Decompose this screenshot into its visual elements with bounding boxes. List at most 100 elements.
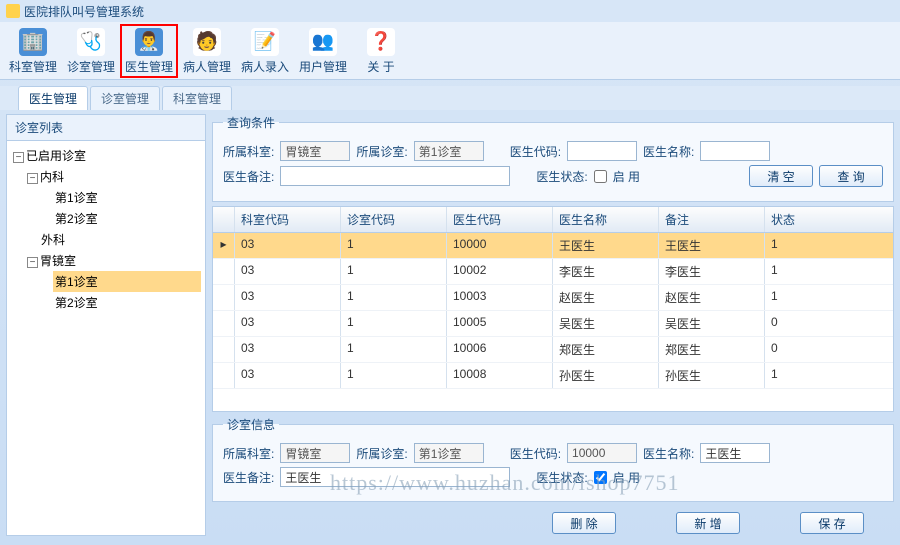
grid-col-header[interactable]: 医生代码 (447, 207, 553, 232)
dept-label: 所属科室: (223, 143, 274, 160)
tab-医生管理[interactable]: 医生管理 (18, 86, 88, 110)
toolbar-label: 病人录入 (241, 58, 289, 75)
grid-col-header[interactable]: 状态 (765, 207, 865, 232)
toolbar-病人管理[interactable]: 🧑病人管理 (178, 24, 236, 78)
table-row[interactable]: 03110006郑医生郑医生0 (213, 337, 893, 363)
grid-col-header[interactable]: 诊室代码 (341, 207, 447, 232)
table-row[interactable]: 03110003赵医生赵医生1 (213, 285, 893, 311)
grid-cell: 03 (235, 337, 341, 362)
save-button[interactable]: 保 存 (800, 512, 864, 534)
tree-leaf[interactable]: 第2诊室 (53, 292, 201, 313)
toolbar-icon: 🩺 (77, 28, 105, 56)
grid-cell: 10008 (447, 363, 553, 388)
expand-icon[interactable]: − (27, 257, 38, 268)
content: 诊室列表 −已启用诊室 −内科 第1诊室 第2诊室 外科 −胃镜室 第1诊室 第… (0, 110, 900, 540)
grid-cell: 1 (765, 285, 865, 310)
grid-col-header[interactable] (213, 207, 235, 232)
room-label: 所属诊室: (356, 143, 407, 160)
grid-cell: 1 (765, 259, 865, 284)
tree-leaf-selected[interactable]: 第1诊室 (53, 271, 201, 292)
grid-cell: 吴医生 (553, 311, 659, 336)
toolbar-用户管理[interactable]: 👥用户管理 (294, 24, 352, 78)
grid-cell: 李医生 (659, 259, 765, 284)
info-status-checkbox[interactable] (594, 471, 607, 484)
tab-科室管理[interactable]: 科室管理 (162, 86, 232, 110)
query-remark-input[interactable] (280, 166, 510, 186)
grid-cell: 03 (235, 259, 341, 284)
toolbar-科室管理[interactable]: 🏢 科室管理 (4, 24, 62, 78)
tree-label: 胃镜室 (40, 254, 76, 268)
grid-col-header[interactable]: 科室代码 (235, 207, 341, 232)
toolbar-icon: 👥 (309, 28, 337, 56)
info-name-input[interactable] (700, 443, 770, 463)
expand-icon[interactable]: − (13, 152, 24, 163)
toolbar-label: 病人管理 (183, 58, 231, 75)
tab-诊室管理[interactable]: 诊室管理 (90, 86, 160, 110)
tree-leaf[interactable]: 第1诊室 (53, 187, 201, 208)
toolbar-label: 科室管理 (9, 58, 57, 75)
grid-cell: 10002 (447, 259, 553, 284)
info-status-cb-label: 启 用 (613, 469, 640, 486)
query-name-input[interactable] (700, 141, 770, 161)
grid-cell: 赵医生 (659, 285, 765, 310)
room-tree: −已启用诊室 −内科 第1诊室 第2诊室 外科 −胃镜室 第1诊室 第2诊室 (7, 141, 205, 317)
table-row[interactable]: ▸03110000王医生王医生1 (213, 233, 893, 259)
tree-node-internal[interactable]: −内科 (25, 166, 201, 187)
grid-cell: 1 (765, 233, 865, 258)
clear-button[interactable]: 清 空 (749, 165, 813, 187)
left-panel-title: 诊室列表 (7, 115, 205, 141)
table-row[interactable]: 03110008孙医生孙医生1 (213, 363, 893, 389)
info-room-input[interactable] (414, 443, 484, 463)
toolbar-关 于[interactable]: ❓关 于 (352, 24, 410, 78)
toolbar-医生管理[interactable]: 👨‍⚕️ 医生管理 (120, 24, 178, 78)
left-panel: 诊室列表 −已启用诊室 −内科 第1诊室 第2诊室 外科 −胃镜室 第1诊室 第… (6, 114, 206, 536)
query-room-input[interactable] (414, 141, 484, 161)
tree-label: 第2诊室 (55, 212, 98, 226)
table-row[interactable]: 03110005吴医生吴医生0 (213, 311, 893, 337)
table-row[interactable]: 03110002李医生李医生1 (213, 259, 893, 285)
right-panel: 查询条件 所属科室: 所属诊室: 医生代码: 医生名称: 医生备注: 医生状态:… (212, 114, 894, 536)
toolbar-icon: 🏢 (19, 28, 47, 56)
sub-tabs: 医生管理诊室管理科室管理 (0, 86, 900, 110)
grid-cell: 10003 (447, 285, 553, 310)
info-remark-input[interactable] (280, 467, 510, 487)
toolbar-诊室管理[interactable]: 🩺诊室管理 (62, 24, 120, 78)
add-button[interactable]: 新 增 (676, 512, 740, 534)
grid-body: ▸03110000王医生王医生103110002李医生李医生103110003赵… (213, 233, 893, 411)
grid-cell: ▸ (213, 233, 235, 258)
toolbar-label: 医生管理 (125, 58, 173, 75)
grid-cell: 1 (341, 285, 447, 310)
expand-icon[interactable]: − (27, 173, 38, 184)
grid-cell: 1 (341, 311, 447, 336)
info-remark-label: 医生备注: (223, 469, 274, 486)
info-room-label: 所属诊室: (356, 445, 407, 462)
delete-button[interactable]: 删 除 (552, 512, 616, 534)
grid-cell: 0 (765, 311, 865, 336)
tree-label: 第1诊室 (55, 275, 98, 289)
toolbar-病人录入[interactable]: 📝病人录入 (236, 24, 294, 78)
grid-cell: 王医生 (553, 233, 659, 258)
tree-root[interactable]: −已启用诊室 (11, 145, 201, 166)
bottom-buttons: 删 除 新 增 保 存 (212, 506, 894, 536)
name-label: 医生名称: (643, 143, 694, 160)
grid-cell: 03 (235, 311, 341, 336)
grid-header: 科室代码诊室代码医生代码医生名称备注状态 (213, 207, 893, 233)
query-panel: 查询条件 所属科室: 所属诊室: 医生代码: 医生名称: 医生备注: 医生状态:… (212, 114, 894, 202)
query-code-input[interactable] (567, 141, 637, 161)
grid-cell: 郑医生 (659, 337, 765, 362)
tree-node-gastro[interactable]: −胃镜室 (25, 250, 201, 271)
grid-col-header[interactable]: 备注 (659, 207, 765, 232)
info-code-label: 医生代码: (510, 445, 561, 462)
toolbar-icon: 👨‍⚕️ (135, 28, 163, 56)
query-status-checkbox[interactable] (594, 170, 607, 183)
query-dept-input[interactable] (280, 141, 350, 161)
tree-leaf[interactable]: 外科 (39, 229, 201, 250)
grid-col-header[interactable]: 医生名称 (553, 207, 659, 232)
search-button[interactable]: 查 询 (819, 165, 883, 187)
info-code-input[interactable] (567, 443, 637, 463)
grid-cell (213, 337, 235, 362)
app-icon (6, 4, 20, 18)
info-dept-input[interactable] (280, 443, 350, 463)
main-toolbar: 🏢 科室管理 🩺诊室管理 👨‍⚕️ 医生管理 🧑病人管理📝病人录入👥用户管理❓关 于 (0, 22, 900, 80)
tree-leaf[interactable]: 第2诊室 (53, 208, 201, 229)
